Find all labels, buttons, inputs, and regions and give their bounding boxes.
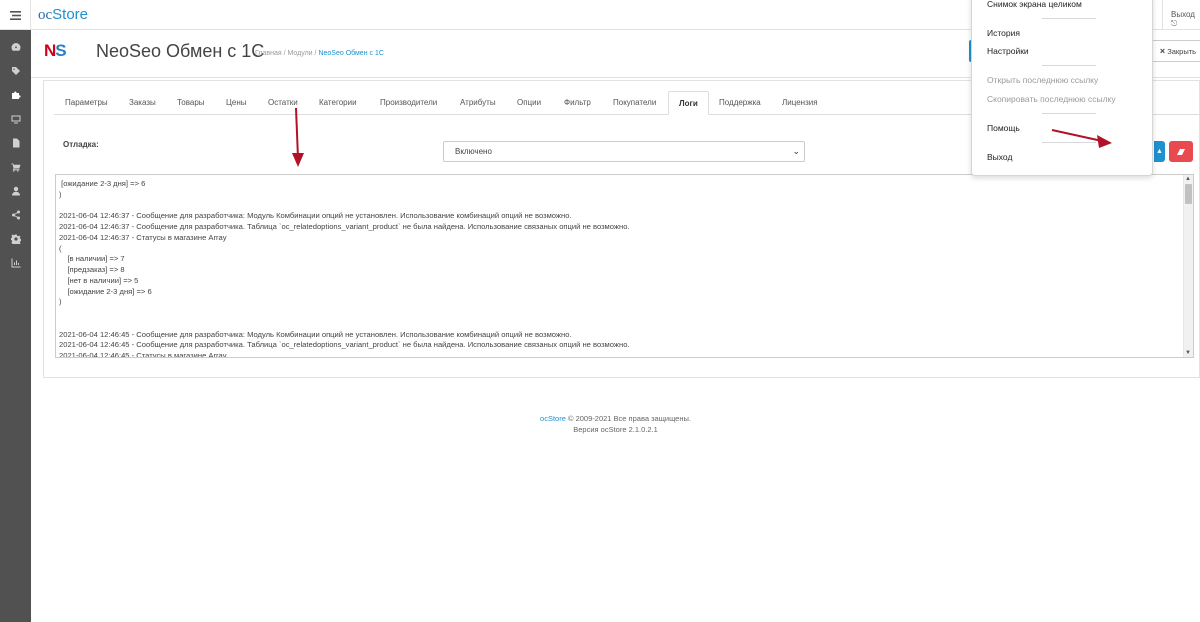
annotation-arrows xyxy=(292,107,1112,167)
annotation-arrow-right xyxy=(1051,129,1112,148)
annotation-arrow-down xyxy=(292,107,304,167)
